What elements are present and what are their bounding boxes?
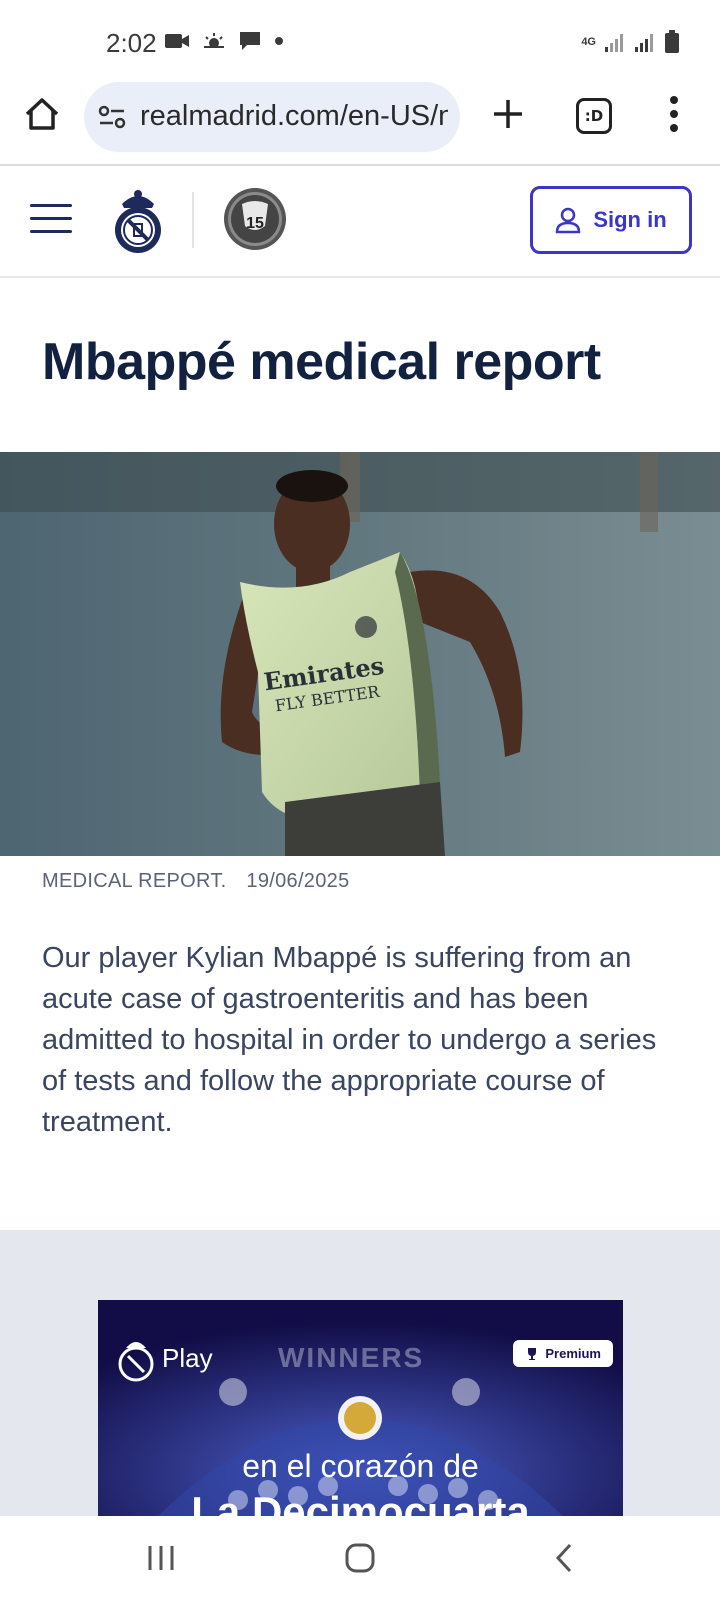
- more-menu-icon[interactable]: [668, 94, 680, 134]
- user-icon: [556, 207, 581, 234]
- new-tab-icon[interactable]: [488, 94, 528, 134]
- recent-apps-icon[interactable]: [146, 1544, 176, 1572]
- video-icon: [165, 34, 189, 48]
- promo-banner[interactable]: Play WINNERS Premium en el corazón de La…: [98, 1300, 623, 1516]
- browser-toolbar: realmadrid.com/en-US/n :D: [0, 80, 720, 166]
- status-icons-left: [164, 30, 284, 52]
- article-date: 19/06/2025: [246, 870, 350, 892]
- status-bar: 2:02 4G: [0, 0, 720, 80]
- home-icon[interactable]: [22, 94, 62, 134]
- home-nav-icon[interactable]: [344, 1542, 376, 1574]
- battery-icon: [665, 30, 679, 53]
- site-settings-icon[interactable]: [98, 104, 128, 130]
- dot-icon: [275, 37, 283, 45]
- promo-headline-1: en el corazón de: [242, 1448, 479, 1484]
- promo-headline-2: La Decimocuarta: [191, 1488, 530, 1516]
- article-meta: MEDICAL REPORT. 19/06/2025: [42, 870, 350, 893]
- premium-label: Premium: [545, 1346, 601, 1361]
- signal-icon: [635, 34, 653, 52]
- address-bar[interactable]: realmadrid.com/en-US/n: [84, 82, 460, 152]
- page-title: Mbappé medical report: [42, 333, 601, 391]
- real-madrid-crest-logo[interactable]: [112, 186, 164, 256]
- hamburger-menu-icon[interactable]: [30, 204, 72, 234]
- promo-winners-text: WINNERS: [278, 1342, 425, 1373]
- status-time: 2:02: [106, 28, 157, 58]
- rm-crest-icon: [118, 1342, 154, 1382]
- article-hero-image: Emirates FLY BETTER: [0, 452, 720, 856]
- sign-in-button[interactable]: Sign in: [530, 186, 692, 254]
- system-nav-bar: [0, 1516, 720, 1600]
- header-divider: [192, 192, 194, 248]
- badge-number: 15: [246, 215, 264, 232]
- premium-badge: Premium: [513, 1340, 613, 1367]
- article-body: Our player Kylian Mbappé is suffering fr…: [42, 942, 657, 1138]
- signal-icon: [605, 34, 623, 52]
- network-label: 4G: [581, 35, 596, 48]
- promo-play-label: Play: [162, 1342, 213, 1373]
- trophy-icon: [528, 1347, 537, 1360]
- weather-icon: [204, 33, 224, 48]
- status-icons-right: 4G: [581, 30, 680, 54]
- sign-in-label: Sign in: [593, 207, 667, 232]
- url-text: realmadrid.com/en-US/n: [140, 100, 448, 132]
- promo-section: Play WINNERS Premium en el corazón de La…: [0, 1230, 720, 1516]
- champions-15-badge[interactable]: 15: [222, 186, 288, 252]
- site-header: 15 Sign in: [0, 166, 720, 278]
- promo-play-logo: Play: [118, 1334, 213, 1382]
- article-category[interactable]: MEDICAL REPORT.: [42, 870, 227, 892]
- tab-switcher-button[interactable]: :D: [576, 98, 612, 134]
- back-nav-icon[interactable]: [552, 1542, 576, 1574]
- message-icon: [240, 32, 260, 50]
